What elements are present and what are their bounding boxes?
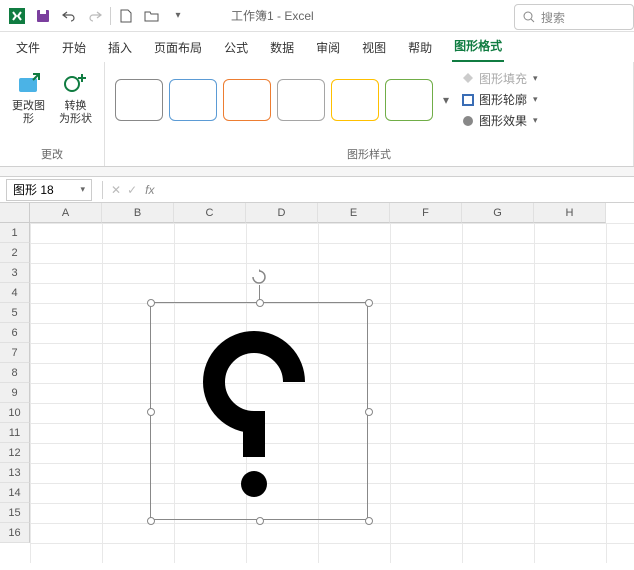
shape-style-preset-1[interactable] — [115, 79, 163, 121]
col-header-B[interactable]: B — [102, 203, 174, 223]
row-header-4[interactable]: 4 — [0, 283, 30, 303]
change-shape-button[interactable]: 更改图 形 — [8, 66, 49, 130]
select-all-corner[interactable] — [0, 203, 30, 223]
resize-handle-5[interactable] — [147, 517, 155, 525]
confirm-icon: ✓ — [127, 183, 137, 197]
excel-icon — [8, 7, 26, 25]
cancel-icon: ✕ — [111, 183, 121, 197]
col-header-G[interactable]: G — [462, 203, 534, 223]
question-mark-shape[interactable] — [199, 327, 319, 497]
row-header-2[interactable]: 2 — [0, 243, 30, 263]
convert-shape-label: 转换 为形状 — [59, 100, 92, 126]
tab-3[interactable]: 页面布局 — [152, 33, 204, 62]
shape-style-preset-5[interactable] — [331, 79, 379, 121]
gallery-expand-icon[interactable]: ▾ — [439, 93, 453, 107]
search-icon — [523, 11, 535, 23]
search-box[interactable]: 搜索 — [514, 4, 634, 30]
convert-to-shape-button[interactable]: 转换 为形状 — [55, 66, 96, 130]
convert-shape-icon — [62, 70, 90, 98]
tab-1[interactable]: 开始 — [60, 33, 88, 62]
ribbon: 更改图 形 转换 为形状 更改 ▾ 图形填充▾ 图形轮廓▾ 图形效果▾ — [0, 62, 634, 167]
qat-customize-icon[interactable]: ▾ — [169, 7, 187, 25]
open-folder-icon[interactable] — [143, 7, 161, 25]
shape-effects-button[interactable]: 图形效果▾ — [461, 112, 538, 129]
col-header-A[interactable]: A — [30, 203, 102, 223]
redo-icon[interactable] — [86, 7, 104, 25]
formula-bar: 图形 18 ▾ ✕ ✓ fx — [0, 177, 634, 203]
row-header-15[interactable]: 15 — [0, 503, 30, 523]
name-box[interactable]: 图形 18 ▾ — [6, 179, 92, 201]
tab-5[interactable]: 数据 — [268, 33, 296, 62]
search-placeholder: 搜索 — [541, 9, 565, 26]
undo-icon[interactable] — [60, 7, 78, 25]
resize-handle-2[interactable] — [365, 299, 373, 307]
resize-handle-3[interactable] — [147, 408, 155, 416]
tab-0[interactable]: 文件 — [14, 33, 42, 62]
resize-handle-7[interactable] — [365, 517, 373, 525]
tab-4[interactable]: 公式 — [222, 33, 250, 62]
tab-7[interactable]: 视图 — [360, 33, 388, 62]
tab-6[interactable]: 审阅 — [314, 33, 342, 62]
change-shape-label: 更改图 形 — [12, 100, 45, 126]
col-header-D[interactable]: D — [246, 203, 318, 223]
resize-handle-1[interactable] — [256, 299, 264, 307]
group-change-label: 更改 — [41, 144, 63, 164]
new-file-icon[interactable] — [117, 7, 135, 25]
shape-style-preset-2[interactable] — [169, 79, 217, 121]
row-header-7[interactable]: 7 — [0, 343, 30, 363]
tab-8[interactable]: 帮助 — [406, 33, 434, 62]
col-header-E[interactable]: E — [318, 203, 390, 223]
tab-2[interactable]: 插入 — [106, 33, 134, 62]
change-shape-icon — [15, 70, 43, 98]
row-header-13[interactable]: 13 — [0, 463, 30, 483]
col-header-H[interactable]: H — [534, 203, 606, 223]
rotate-handle[interactable] — [251, 269, 267, 285]
row-header-12[interactable]: 12 — [0, 443, 30, 463]
ribbon-gap — [0, 167, 634, 177]
shape-style-preset-4[interactable] — [277, 79, 325, 121]
row-header-14[interactable]: 14 — [0, 483, 30, 503]
resize-handle-6[interactable] — [256, 517, 264, 525]
shape-style-gallery: ▾ — [113, 73, 455, 127]
row-header-8[interactable]: 8 — [0, 363, 30, 383]
shape-style-preset-6[interactable] — [385, 79, 433, 121]
row-header-10[interactable]: 10 — [0, 403, 30, 423]
separator — [110, 7, 111, 25]
document-title: 工作簿1 - Excel — [231, 7, 314, 24]
name-box-dropdown-icon[interactable]: ▾ — [80, 184, 85, 195]
group-styles-label: 图形样式 — [347, 144, 391, 164]
row-header-9[interactable]: 9 — [0, 383, 30, 403]
resize-handle-4[interactable] — [365, 408, 373, 416]
outline-icon — [461, 93, 475, 107]
fill-icon — [461, 72, 475, 86]
row-header-6[interactable]: 6 — [0, 323, 30, 343]
row-header-5[interactable]: 5 — [0, 303, 30, 323]
shape-style-preset-3[interactable] — [223, 79, 271, 121]
title-bar: ▾ 工作簿1 - Excel 搜索 — [0, 0, 634, 32]
row-header-3[interactable]: 3 — [0, 263, 30, 283]
tab-9[interactable]: 图形格式 — [452, 31, 504, 62]
ribbon-group-change: 更改图 形 转换 为形状 更改 — [0, 62, 105, 166]
shape-outline-button[interactable]: 图形轮廓▾ — [461, 91, 538, 108]
ribbon-group-shape-styles: ▾ 图形填充▾ 图形轮廓▾ 图形效果▾ 图形样式 — [105, 62, 634, 166]
resize-handle-0[interactable] — [147, 299, 155, 307]
shape-format-options: 图形填充▾ 图形轮廓▾ 图形效果▾ — [455, 66, 544, 133]
col-header-C[interactable]: C — [174, 203, 246, 223]
save-icon[interactable] — [34, 7, 52, 25]
col-header-F[interactable]: F — [390, 203, 462, 223]
row-header-11[interactable]: 11 — [0, 423, 30, 443]
fx-icon[interactable]: fx — [145, 183, 154, 197]
ribbon-tabs: 文件开始插入页面布局公式数据审阅视图帮助图形格式 — [0, 32, 634, 62]
formula-bar-buttons: ✕ ✓ — [107, 183, 141, 197]
shape-fill-button[interactable]: 图形填充▾ — [461, 70, 538, 87]
effects-icon — [461, 114, 475, 128]
name-box-value: 图形 18 — [13, 181, 54, 198]
row-header-16[interactable]: 16 — [0, 523, 30, 543]
row-header-1[interactable]: 1 — [0, 223, 30, 243]
separator — [102, 181, 103, 199]
